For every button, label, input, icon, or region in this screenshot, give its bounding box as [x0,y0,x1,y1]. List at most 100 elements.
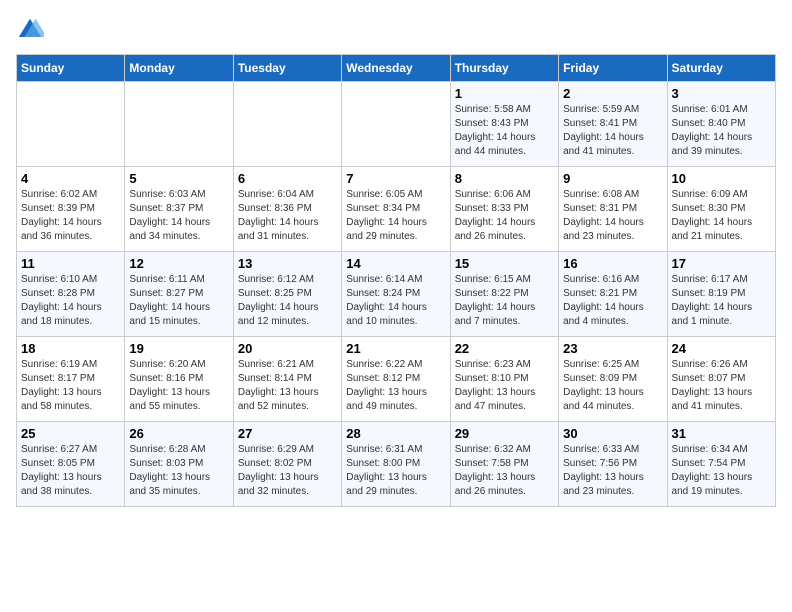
day-number: 19 [129,341,228,356]
page-header [16,16,776,44]
day-cell: 25 Sunrise: 6:27 AM Sunset: 8:05 PM Dayli… [17,422,125,507]
day-info: Sunrise: 6:10 AM Sunset: 8:28 PM Dayligh… [21,273,120,329]
week-row-1: 4 Sunrise: 6:02 AM Sunset: 8:39 PM Daylig… [17,167,776,252]
day-info: Sunrise: 6:11 AM Sunset: 8:27 PM Dayligh… [129,273,228,329]
col-header-tuesday: Tuesday [233,55,341,82]
day-number: 5 [129,171,228,186]
day-number: 17 [672,256,771,271]
day-cell: 23Sunrise: 6:25 AM Sunset: 8:09 PM Dayli… [559,337,667,422]
calendar-table: SundayMondayTuesdayWednesdayThursdayFrid… [16,54,776,507]
day-info: Sunrise: 5:58 AM Sunset: 8:43 PM Dayligh… [455,103,554,159]
day-cell: 30 Sunrise: 6:33 AM Sunset: 7:56 PM Dayli… [559,422,667,507]
day-info: Sunrise: 6:15 AM Sunset: 8:22 PM Dayligh… [455,273,554,329]
day-cell: 21 Sunrise: 6:22 AM Sunset: 8:12 PM Dayli… [342,337,450,422]
day-info: Sunrise: 6:04 AM Sunset: 8:36 PM Dayligh… [238,188,337,244]
day-info: Sunrise: 6:28 AM Sunset: 8:03 PM Dayligh… [129,443,228,499]
day-number: 1 [455,86,554,101]
day-cell: 8 Sunrise: 6:06 AM Sunset: 8:33 PM Daylig… [450,167,558,252]
day-number: 16 [563,256,662,271]
day-info: Sunrise: 6:22 AM Sunset: 8:12 PM Dayligh… [346,358,445,414]
week-row-2: 11 Sunrise: 6:10 AM Sunset: 8:28 PM Dayli… [17,252,776,337]
day-number: 11 [21,256,120,271]
day-number: 25 [21,426,120,441]
day-cell: 22Sunrise: 6:23 AM Sunset: 8:10 PM Dayli… [450,337,558,422]
col-header-monday: Monday [125,55,233,82]
day-number: 10 [672,171,771,186]
day-info: Sunrise: 6:06 AM Sunset: 8:33 PM Dayligh… [455,188,554,244]
day-number: 24 [672,341,771,356]
day-info: Sunrise: 6:14 AM Sunset: 8:24 PM Dayligh… [346,273,445,329]
day-cell: 31 Sunrise: 6:34 AM Sunset: 7:54 PM Dayli… [667,422,775,507]
day-info: Sunrise: 6:26 AM Sunset: 8:07 PM Dayligh… [672,358,771,414]
day-number: 22 [455,341,554,356]
day-info: Sunrise: 6:31 AM Sunset: 8:00 PM Dayligh… [346,443,445,499]
col-header-friday: Friday [559,55,667,82]
day-cell: 3Sunrise: 6:01 AM Sunset: 8:40 PM Daylig… [667,82,775,167]
day-number: 8 [455,171,554,186]
day-info: Sunrise: 6:29 AM Sunset: 8:02 PM Dayligh… [238,443,337,499]
day-cell: 4 Sunrise: 6:02 AM Sunset: 8:39 PM Daylig… [17,167,125,252]
header-row: SundayMondayTuesdayWednesdayThursdayFrid… [17,55,776,82]
day-cell: 14Sunrise: 6:14 AM Sunset: 8:24 PM Dayli… [342,252,450,337]
week-row-4: 25 Sunrise: 6:27 AM Sunset: 8:05 PM Dayli… [17,422,776,507]
day-info: Sunrise: 6:02 AM Sunset: 8:39 PM Dayligh… [21,188,120,244]
day-cell: 29 Sunrise: 6:32 AM Sunset: 7:58 PM Dayli… [450,422,558,507]
day-cell: 12 Sunrise: 6:11 AM Sunset: 8:27 PM Dayli… [125,252,233,337]
logo-icon [16,16,44,44]
day-info: Sunrise: 6:12 AM Sunset: 8:25 PM Dayligh… [238,273,337,329]
day-number: 23 [563,341,662,356]
day-info: Sunrise: 6:16 AM Sunset: 8:21 PM Dayligh… [563,273,662,329]
logo [16,16,48,44]
day-cell: 10 Sunrise: 6:09 AM Sunset: 8:30 PM Dayli… [667,167,775,252]
day-cell: 27Sunrise: 6:29 AM Sunset: 8:02 PM Dayli… [233,422,341,507]
day-number: 20 [238,341,337,356]
day-number: 12 [129,256,228,271]
col-header-saturday: Saturday [667,55,775,82]
day-cell: 19 Sunrise: 6:20 AM Sunset: 8:16 PM Dayli… [125,337,233,422]
day-cell: 9Sunrise: 6:08 AM Sunset: 8:31 PM Daylig… [559,167,667,252]
day-number: 13 [238,256,337,271]
day-cell: 13 Sunrise: 6:12 AM Sunset: 8:25 PM Dayli… [233,252,341,337]
day-info: Sunrise: 6:09 AM Sunset: 8:30 PM Dayligh… [672,188,771,244]
day-cell: 28 Sunrise: 6:31 AM Sunset: 8:00 PM Dayli… [342,422,450,507]
day-info: Sunrise: 6:32 AM Sunset: 7:58 PM Dayligh… [455,443,554,499]
day-cell [17,82,125,167]
day-info: Sunrise: 6:20 AM Sunset: 8:16 PM Dayligh… [129,358,228,414]
day-info: Sunrise: 5:59 AM Sunset: 8:41 PM Dayligh… [563,103,662,159]
day-number: 30 [563,426,662,441]
day-info: Sunrise: 6:17 AM Sunset: 8:19 PM Dayligh… [672,273,771,329]
day-number: 29 [455,426,554,441]
day-number: 6 [238,171,337,186]
day-cell [342,82,450,167]
day-cell: 11 Sunrise: 6:10 AM Sunset: 8:28 PM Dayli… [17,252,125,337]
day-cell: 16 Sunrise: 6:16 AM Sunset: 8:21 PM Dayli… [559,252,667,337]
day-info: Sunrise: 6:05 AM Sunset: 8:34 PM Dayligh… [346,188,445,244]
col-header-sunday: Sunday [17,55,125,82]
day-cell: 6 Sunrise: 6:04 AM Sunset: 8:36 PM Daylig… [233,167,341,252]
day-number: 4 [21,171,120,186]
day-number: 21 [346,341,445,356]
day-cell: 7 Sunrise: 6:05 AM Sunset: 8:34 PM Daylig… [342,167,450,252]
col-header-wednesday: Wednesday [342,55,450,82]
col-header-thursday: Thursday [450,55,558,82]
day-cell: 20 Sunrise: 6:21 AM Sunset: 8:14 PM Dayli… [233,337,341,422]
week-row-3: 18Sunrise: 6:19 AM Sunset: 8:17 PM Dayli… [17,337,776,422]
day-number: 31 [672,426,771,441]
day-number: 26 [129,426,228,441]
day-number: 28 [346,426,445,441]
day-cell: 18Sunrise: 6:19 AM Sunset: 8:17 PM Dayli… [17,337,125,422]
day-cell: 26 Sunrise: 6:28 AM Sunset: 8:03 PM Dayli… [125,422,233,507]
day-number: 3 [672,86,771,101]
day-info: Sunrise: 6:33 AM Sunset: 7:56 PM Dayligh… [563,443,662,499]
day-info: Sunrise: 6:19 AM Sunset: 8:17 PM Dayligh… [21,358,120,414]
day-cell: 5 Sunrise: 6:03 AM Sunset: 8:37 PM Daylig… [125,167,233,252]
day-cell: 24 Sunrise: 6:26 AM Sunset: 8:07 PM Dayli… [667,337,775,422]
day-info: Sunrise: 6:34 AM Sunset: 7:54 PM Dayligh… [672,443,771,499]
day-cell: 1 Sunrise: 5:58 AM Sunset: 8:43 PM Daylig… [450,82,558,167]
day-cell: 2Sunrise: 5:59 AM Sunset: 8:41 PM Daylig… [559,82,667,167]
day-info: Sunrise: 6:27 AM Sunset: 8:05 PM Dayligh… [21,443,120,499]
day-cell [125,82,233,167]
day-number: 7 [346,171,445,186]
day-info: Sunrise: 6:21 AM Sunset: 8:14 PM Dayligh… [238,358,337,414]
day-info: Sunrise: 6:03 AM Sunset: 8:37 PM Dayligh… [129,188,228,244]
